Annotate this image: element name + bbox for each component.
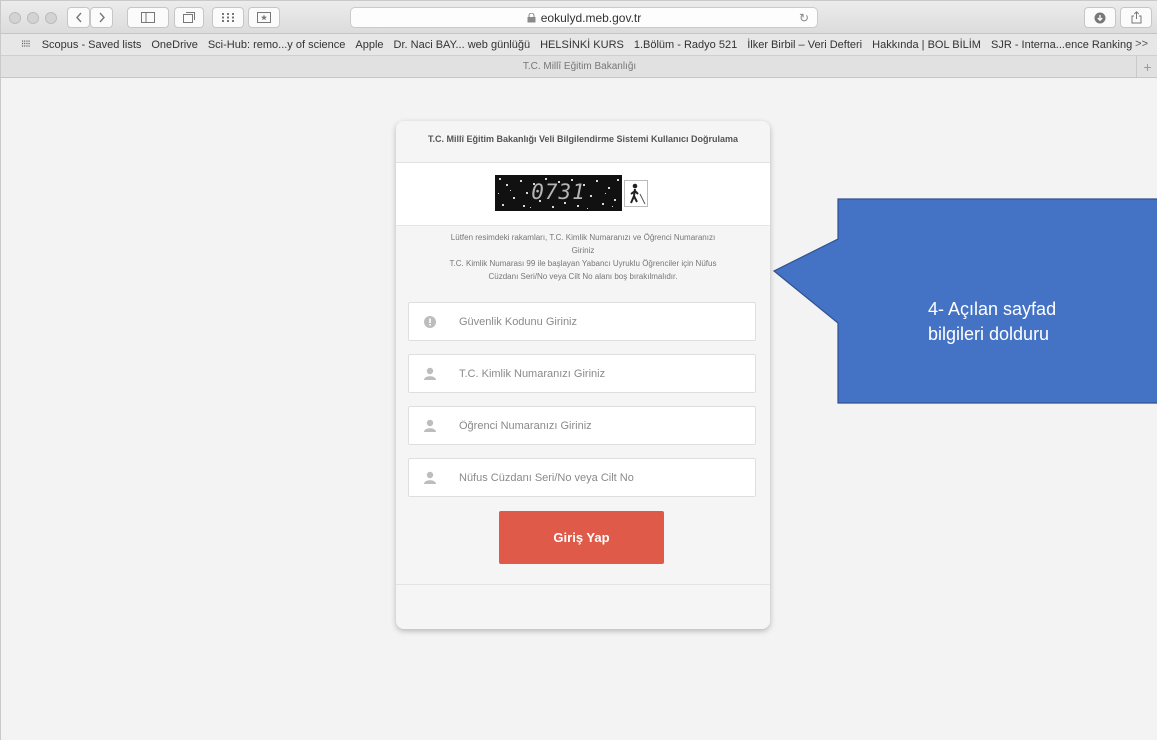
walking-person-icon: [630, 183, 646, 205]
security-code-field[interactable]: [408, 302, 756, 341]
exclamation-icon: [409, 303, 451, 340]
browser-toolbar: eokulyd.meb.gov.tr ↻: [1, 1, 1157, 34]
tab-bar: T.C. Millî Eğitim Bakanlığı +: [1, 56, 1157, 78]
student-number-field[interactable]: [408, 406, 756, 445]
tabs-icon: [183, 12, 195, 23]
bookmark-item[interactable]: OneDrive: [151, 39, 197, 51]
top-sites-button[interactable]: [212, 7, 244, 28]
instructions-text: Lütfen resimdeki rakamları, T.C. Kimlik …: [410, 231, 756, 283]
bookmark-item[interactable]: Apple: [355, 39, 383, 51]
user-icon: [409, 459, 451, 496]
tab-title[interactable]: T.C. Millî Eğitim Bakanlığı: [523, 61, 636, 72]
minimize-window-icon[interactable]: [27, 12, 39, 24]
instructions-line: Lütfen resimdeki rakamları, T.C. Kimlik …: [450, 233, 716, 242]
zoom-window-icon[interactable]: [45, 12, 57, 24]
user-icon: [409, 407, 451, 444]
url-text: eokulyd.meb.gov.tr: [540, 10, 642, 25]
lock-icon: [527, 12, 536, 22]
chevron-left-icon: [75, 12, 82, 23]
security-code-input[interactable]: [459, 303, 749, 340]
login-button[interactable]: Giriş Yap: [499, 511, 664, 564]
bookmarks-grid-icon[interactable]: ⁝⁝⁝⁝: [21, 39, 31, 50]
captcha-image: 0731: [495, 175, 622, 211]
chevron-right-icon: [98, 12, 105, 23]
bookmark-item[interactable]: Sci-Hub: remo...y of science: [208, 39, 346, 51]
tc-id-input[interactable]: [459, 355, 749, 392]
sidebar-icon: [141, 12, 155, 23]
bookmark-item[interactable]: SJR - Interna...ence Ranking: [991, 39, 1132, 51]
bookmark-button[interactable]: [248, 7, 280, 28]
tab-overview-button[interactable]: [174, 7, 204, 28]
callout-line: bilgileri dolduru: [928, 324, 1050, 344]
more-bookmarks-button[interactable]: >>: [1135, 38, 1148, 50]
downloads-button[interactable]: [1084, 7, 1116, 28]
back-button[interactable]: [67, 7, 90, 28]
bookmark-item[interactable]: Scopus - Saved lists: [42, 39, 142, 51]
bookmark-item[interactable]: Dr. Naci BAY... web günlüğü: [394, 39, 531, 51]
share-icon: [1131, 11, 1141, 24]
accessibility-audio-icon[interactable]: [624, 180, 648, 207]
callout-text: 4- Açılan sayfad bilgileri dolduru: [928, 297, 1157, 347]
sidebar-button[interactable]: [127, 7, 169, 28]
forward-button[interactable]: [90, 7, 113, 28]
bookmark-item[interactable]: 1.Bölüm - Radyo 521: [634, 39, 737, 51]
share-button[interactable]: [1120, 7, 1152, 28]
reload-icon[interactable]: ↻: [799, 11, 809, 25]
bookmarks-bar: ⁝⁝⁝⁝ Scopus - Saved lists OneDrive Sci-H…: [1, 34, 1157, 56]
bookmark-item[interactable]: Hakkında | BOL BİLİM: [872, 39, 981, 51]
user-icon: [409, 355, 451, 392]
close-window-icon[interactable]: [9, 12, 21, 24]
captcha-area: 0731: [396, 163, 770, 226]
address-bar[interactable]: eokulyd.meb.gov.tr ↻: [350, 7, 818, 28]
tc-id-field[interactable]: [408, 354, 756, 393]
login-card: T.C. Millî Eğitim Bakanlığı Veli Bilgile…: [396, 121, 770, 629]
grid-icon: [222, 13, 234, 22]
student-number-input[interactable]: [459, 407, 749, 444]
captcha-code: 0731: [531, 180, 586, 204]
new-tab-button[interactable]: +: [1136, 56, 1157, 77]
id-card-serial-field[interactable]: [408, 458, 756, 497]
id-card-serial-input[interactable]: [459, 459, 749, 496]
download-icon: [1094, 12, 1106, 23]
form-title: T.C. Millî Eğitim Bakanlığı Veli Bilgile…: [427, 134, 739, 144]
instructions-line: T.C. Kimlik Numarası 99 ile başlayan Yab…: [449, 259, 717, 268]
instructions-line: Giriniz: [571, 246, 595, 255]
divider: [396, 584, 770, 585]
star-icon: [257, 12, 271, 23]
bookmark-item[interactable]: HELSİNKİ KURS: [540, 39, 624, 51]
instructions-line: Cüzdanı Seri/No veya Cilt No alanı boş b…: [488, 272, 678, 281]
callout-line: 4- Açılan sayfad: [928, 299, 1057, 319]
bookmark-item[interactable]: İlker Birbil – Veri Defteri: [747, 39, 862, 51]
